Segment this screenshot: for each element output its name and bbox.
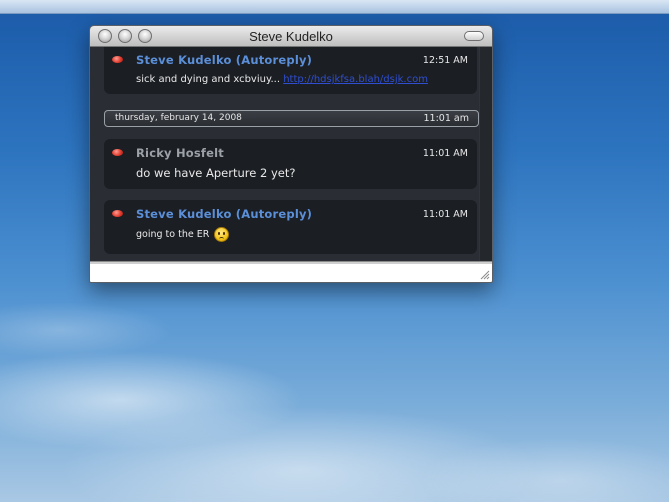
menu-bar (0, 0, 669, 14)
message-sender: Steve Kudelko (Autoreply) (136, 53, 313, 67)
separator-time: 11:01 am (423, 113, 469, 124)
message-time: 11:01 AM (422, 209, 468, 220)
message-text: sick and dying and xcbviuy... http://hds… (136, 74, 428, 85)
message-body: sick and dying and xcbviuy... (136, 74, 280, 85)
frown-emoticon-icon (214, 227, 230, 242)
message-text: do we have Aperture 2 yet? (136, 166, 295, 180)
title-bar[interactable]: Steve Kudelko (90, 26, 492, 47)
message-transcript[interactable]: Steve Kudelko (Autoreply) 12:51 AM sick … (90, 47, 492, 261)
message-link[interactable]: http://hdsjkfsa.blah/dsjk.com (283, 74, 428, 85)
chat-window: Steve Kudelko Steve Kudelko (Autoreply) … (89, 25, 493, 283)
transcript-scrollbar[interactable] (479, 47, 492, 261)
separator-date: thursday, february 14, 2008 (115, 113, 242, 123)
status-away-icon (112, 149, 123, 156)
window-title: Steve Kudelko (249, 29, 333, 44)
message-bubble: Ricky Hosfelt 11:01 AM do we have Apertu… (104, 139, 477, 189)
toolbar-toggle-button[interactable] (464, 31, 484, 41)
resize-grip-icon[interactable] (480, 270, 490, 280)
message-sender: Steve Kudelko (Autoreply) (136, 207, 313, 221)
message-text: going to the ER (136, 227, 230, 242)
status-away-icon (112, 56, 123, 63)
message-body: do we have Aperture 2 yet? (136, 166, 296, 180)
message-time: 11:01 AM (422, 148, 468, 159)
status-away-icon (112, 210, 123, 217)
message-sender: Ricky Hosfelt (136, 146, 224, 160)
message-input[interactable] (90, 264, 492, 282)
message-bubble: Steve Kudelko (Autoreply) 11:01 AM going… (104, 200, 477, 254)
message-time: 12:51 AM (422, 55, 468, 66)
message-bubble: Steve Kudelko (Autoreply) 12:51 AM sick … (104, 47, 477, 94)
date-separator: thursday, february 14, 2008 11:01 am (104, 110, 479, 127)
message-body: going to the ER (136, 229, 210, 240)
